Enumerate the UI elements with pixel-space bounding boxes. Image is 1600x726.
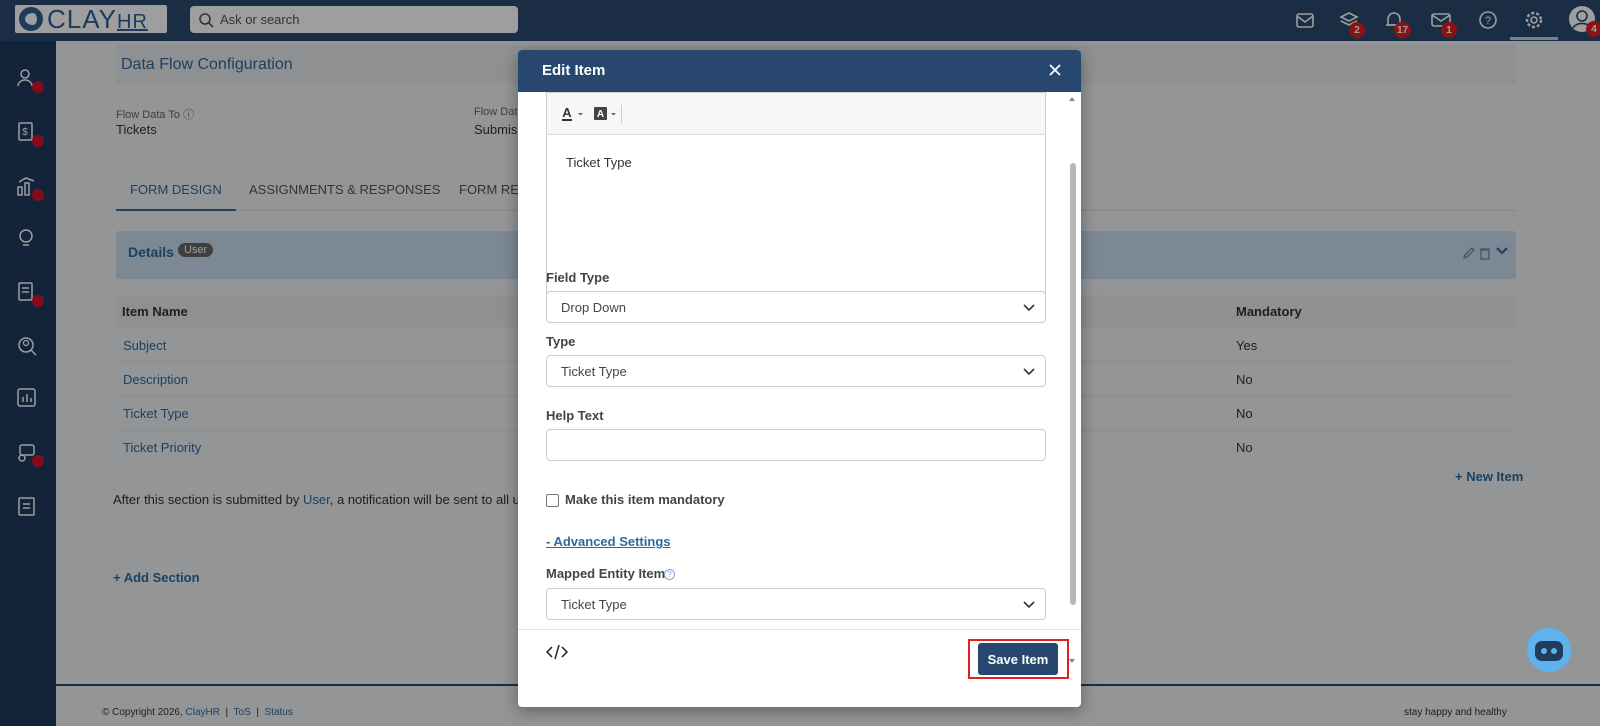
code-icon[interactable]: [545, 643, 569, 664]
svg-text:A: A: [597, 109, 604, 120]
editor-content[interactable]: Ticket Type: [566, 155, 632, 170]
mandatory-checkbox-label[interactable]: Make this item mandatory: [565, 492, 725, 507]
chevron-down-icon: [1023, 304, 1035, 312]
help-text-label: Help Text: [546, 408, 604, 423]
rich-text-editor[interactable]: A A Ticket Type: [546, 92, 1046, 299]
advanced-settings-link[interactable]: - Advanced Settings: [546, 534, 670, 549]
field-type-value: Drop Down: [561, 299, 627, 315]
modal-header: Edit Item: [518, 50, 1081, 92]
save-item-button[interactable]: Save Item: [978, 643, 1058, 675]
help-text-input[interactable]: [546, 429, 1046, 461]
font-color-icon[interactable]: A: [561, 105, 585, 126]
mandatory-checkbox[interactable]: [546, 494, 559, 507]
highlight-color-icon[interactable]: A: [593, 105, 619, 126]
chatbot-robot-icon: [1535, 641, 1563, 661]
field-type-label: Field Type: [546, 270, 610, 285]
editor-toolbar: A A: [547, 93, 1045, 135]
edit-item-modal: Edit Item A A Ticket Type Field Type Dro…: [518, 50, 1081, 707]
mapped-entity-select[interactable]: Ticket Type: [546, 588, 1046, 620]
field-type-select[interactable]: Drop Down: [546, 291, 1046, 323]
type-value: Ticket Type: [561, 363, 627, 379]
help-icon[interactable]: ?: [664, 569, 675, 580]
close-icon[interactable]: [1048, 63, 1064, 79]
toolbar-separator: [621, 105, 622, 123]
chevron-down-icon: [1023, 601, 1035, 609]
svg-text:A: A: [562, 105, 572, 120]
modal-footer-divider: [518, 629, 1081, 630]
modal-title: Edit Item: [542, 62, 606, 79]
type-select[interactable]: Ticket Type: [546, 355, 1046, 387]
mapped-entity-label: Mapped Entity Item: [546, 566, 666, 581]
mapped-entity-value: Ticket Type: [561, 596, 627, 612]
chevron-down-icon: [1023, 368, 1035, 376]
modal-scrollbar-thumb[interactable]: [1070, 163, 1076, 605]
type-label: Type: [546, 334, 576, 349]
